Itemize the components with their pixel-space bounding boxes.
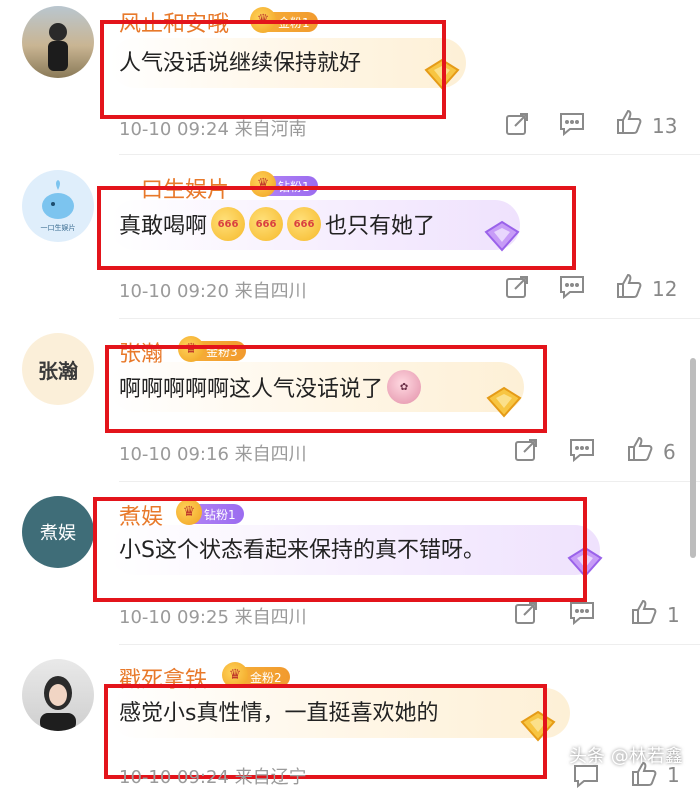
- whale-logo-icon: 一口生娱片: [41, 180, 76, 232]
- badge-label: 金粉2: [250, 670, 282, 685]
- like-count: 6: [663, 440, 676, 464]
- share-icon[interactable]: [503, 273, 531, 301]
- divider: [119, 644, 700, 645]
- watermark: 头条 @林若鑫: [569, 746, 683, 767]
- comment-meta: 10-10 09:25 来自四川: [119, 607, 307, 628]
- avatar-text: 张瀚: [38, 358, 78, 383]
- svg-text:一口生娱片: 一口生娱片: [41, 223, 76, 232]
- person-photo-icon: [40, 676, 76, 731]
- avatar[interactable]: 张瀚: [22, 333, 94, 405]
- highlight-box: [97, 186, 576, 270]
- highlight-box: [100, 20, 446, 119]
- like-icon[interactable]: [615, 108, 643, 136]
- like-icon[interactable]: [630, 598, 658, 626]
- share-icon[interactable]: [503, 110, 531, 138]
- share-icon[interactable]: [512, 599, 540, 627]
- person-photo-icon: [48, 23, 68, 71]
- avatar[interactable]: [22, 6, 94, 78]
- avatar-text: 煮娱: [40, 523, 76, 544]
- scrollbar[interactable]: [690, 358, 696, 558]
- comment-icon[interactable]: [568, 436, 596, 464]
- divider: [119, 154, 700, 155]
- like-icon[interactable]: [626, 435, 654, 463]
- divider: [119, 481, 700, 482]
- like-count: 1: [667, 603, 680, 627]
- comment-item: 风止和安哦 ♛ 金粉1 人气没话说继续保持就好 10-10 09:24 来自河南…: [0, 0, 700, 155]
- comment-meta: 10-10 09:16 来自四川: [119, 444, 307, 465]
- like-icon[interactable]: [615, 272, 643, 300]
- comment-icon[interactable]: [568, 599, 596, 627]
- comment-meta: 10-10 09:24 来自河南: [119, 119, 307, 140]
- highlight-box: [93, 497, 587, 602]
- comment-meta: 10-10 09:20 来自四川: [119, 281, 307, 302]
- highlight-box: [105, 345, 547, 433]
- like-count: 12: [652, 277, 678, 301]
- like-count: 13: [652, 114, 678, 138]
- avatar[interactable]: [22, 659, 94, 731]
- divider: [119, 318, 700, 319]
- comment-icon[interactable]: [558, 273, 586, 301]
- comment-meta: 10-10 09:24 来自辽宁: [119, 767, 307, 788]
- share-icon[interactable]: [512, 436, 540, 464]
- avatar[interactable]: 一口生娱片: [22, 170, 94, 242]
- avatar[interactable]: 煮娱: [22, 496, 94, 568]
- comment-icon[interactable]: [558, 110, 586, 138]
